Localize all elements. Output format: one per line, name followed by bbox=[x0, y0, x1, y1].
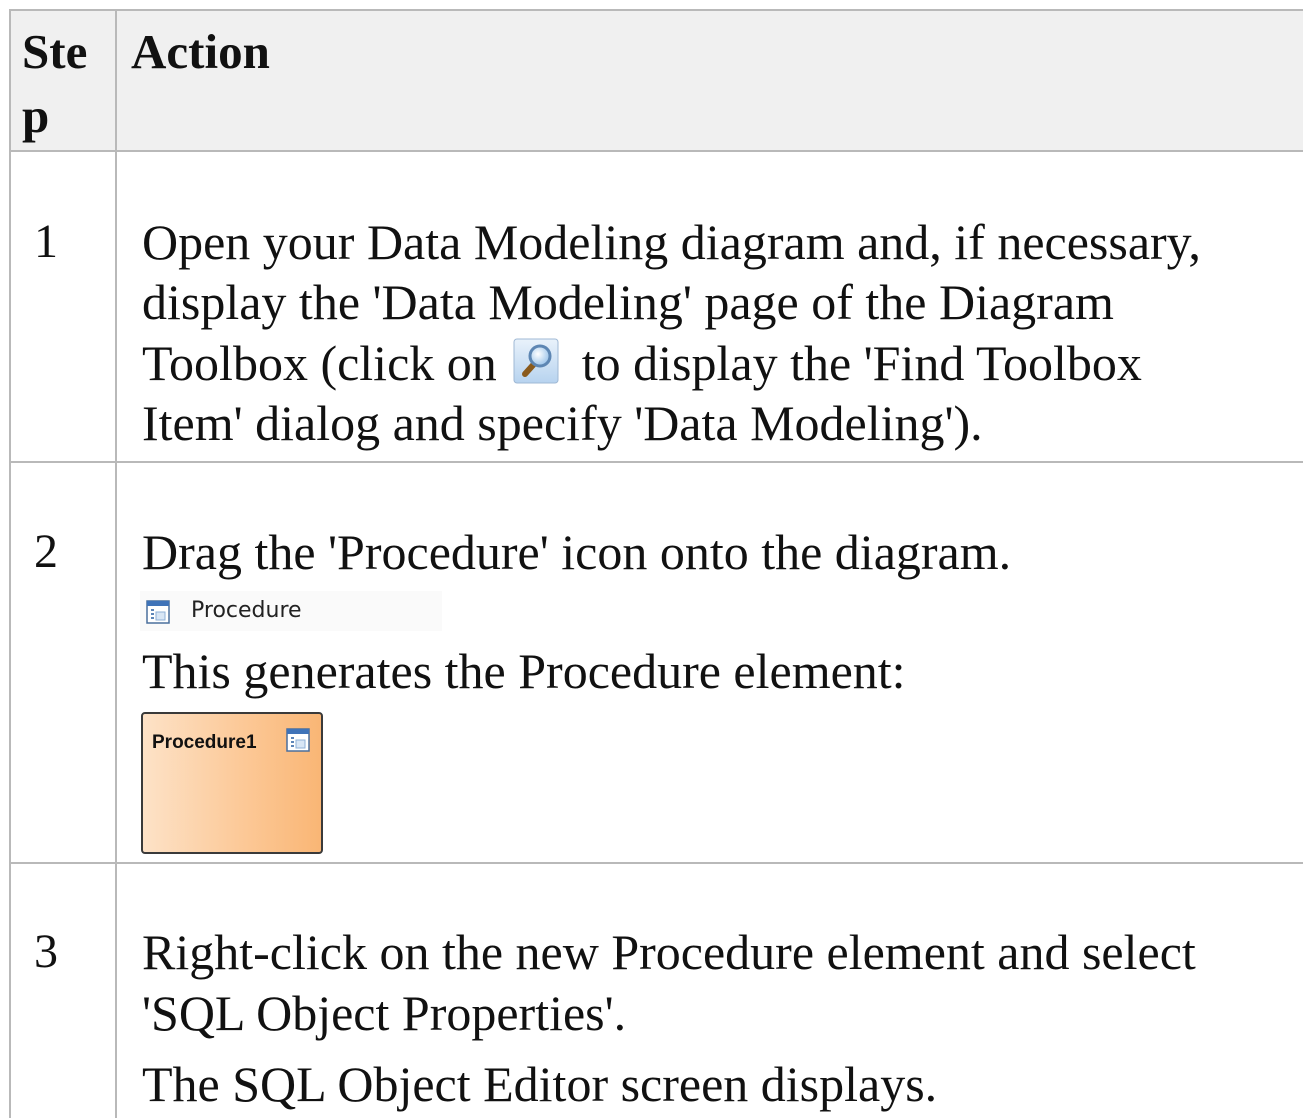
toolbox-procedure-label: Procedure bbox=[191, 598, 302, 623]
row-1-bottom-border bbox=[10, 461, 1303, 463]
toolbox-procedure-item: Procedure bbox=[140, 591, 442, 631]
table-left-border bbox=[9, 9, 11, 1118]
row-2-step-number: 2 bbox=[34, 525, 58, 578]
table-top-border bbox=[10, 9, 1303, 11]
header-step-label-line2: p bbox=[22, 88, 50, 143]
procedure-element: Procedure1 bbox=[141, 712, 323, 854]
row-3-step-number: 3 bbox=[34, 925, 58, 978]
row-1-action-line-2: display the 'Data Modeling' page of the … bbox=[142, 274, 1114, 330]
header-step-label-line1: Ste bbox=[22, 24, 88, 79]
procedure-steps-page: Ste p Action 1 Open your Data Modeling d… bbox=[0, 0, 1303, 1118]
header-bottom-border bbox=[10, 150, 1303, 152]
row-2-action-line-1: Drag the 'Procedure' icon onto the diagr… bbox=[142, 524, 1012, 580]
header-action-label: Action bbox=[131, 24, 270, 79]
procedure-icon bbox=[286, 728, 310, 752]
procedure-element-name: Procedure1 bbox=[152, 732, 257, 753]
row-2-bottom-border bbox=[10, 862, 1303, 864]
row-1-action-line-3: Toolbox (click on to display the 'Find T… bbox=[142, 333, 1142, 393]
row-1-action-line-4: Item' dialog and specify 'Data Modeling'… bbox=[142, 395, 983, 451]
row-3-action-line-1: Right-click on the new Procedure element… bbox=[142, 924, 1196, 980]
row-3-action-line-2: 'SQL Object Properties'. bbox=[142, 985, 627, 1041]
column-divider bbox=[115, 9, 117, 1118]
row-1-action-line-3-end: to display the 'Find Toolbox bbox=[581, 335, 1142, 391]
row-2-action-line-2: This generates the Procedure element: bbox=[142, 643, 906, 699]
row-1-action-line-1: Open your Data Modeling diagram and, if … bbox=[142, 214, 1201, 270]
row-3-action-line-3: The SQL Object Editor screen displays. bbox=[142, 1056, 938, 1112]
procedure-icon bbox=[146, 600, 170, 624]
search-icon bbox=[513, 337, 559, 384]
row-1-action-line-3-start: Toolbox (click on bbox=[142, 335, 497, 391]
row-1-step-number: 1 bbox=[34, 215, 58, 268]
